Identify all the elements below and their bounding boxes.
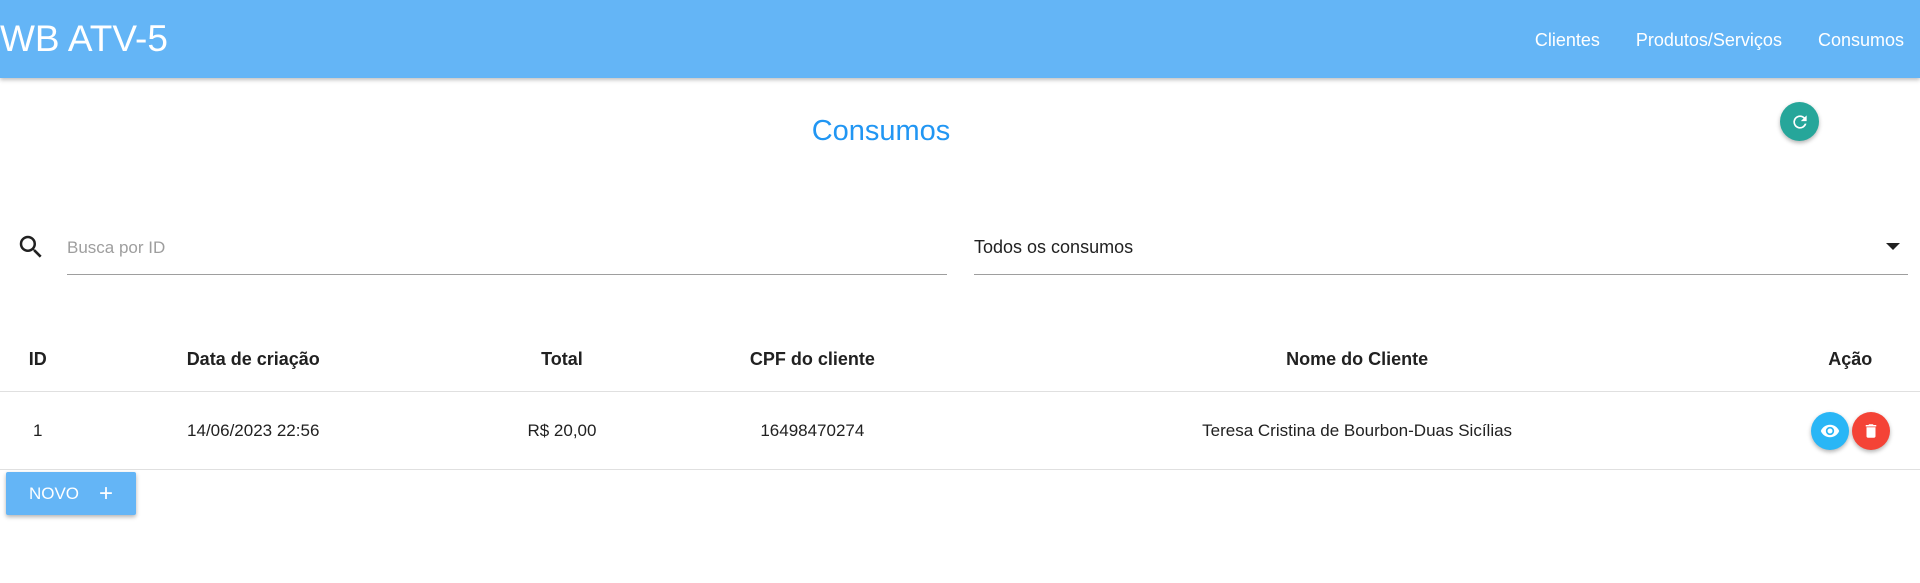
- nav-item-clientes[interactable]: Clientes: [1535, 29, 1600, 51]
- cell-name: Teresa Cristina de Bourbon-Duas Sicílias: [931, 391, 1783, 470]
- column-header-data: Data de criação: [75, 327, 431, 392]
- refresh-icon: [1792, 114, 1807, 129]
- column-header-id: ID: [0, 327, 76, 392]
- column-header-cpf: CPF do cliente: [692, 327, 932, 392]
- app-bar: WB ATV-5 Clientes Produtos/Serviços Cons…: [0, 0, 1920, 78]
- column-header-nome: Nome do Cliente: [931, 327, 1783, 392]
- cell-cpf: 16498470274: [692, 391, 932, 470]
- cell-actions: [1782, 391, 1918, 470]
- cell-id: 1: [0, 391, 76, 470]
- cell-total: R$ 20,00: [430, 391, 693, 470]
- page-title: Consumos: [811, 115, 951, 147]
- trash-icon: [1865, 423, 1876, 438]
- cell-date: 14/06/2023 22:56: [75, 391, 431, 470]
- column-header-total: Total: [430, 327, 693, 392]
- search-input[interactable]: [67, 232, 947, 264]
- table-row: 1 14/06/2023 22:56 R$ 20,00 16498470274 …: [0, 391, 1920, 470]
- eye-icon: [1820, 424, 1839, 437]
- search-field: [67, 232, 947, 275]
- nav-item-consumos[interactable]: Consumos: [1818, 29, 1904, 51]
- consumos-table: ID Data de criação Total CPF do cliente …: [0, 327, 1920, 470]
- view-button[interactable]: [1810, 411, 1849, 450]
- app-title: WB ATV-5: [0, 18, 168, 59]
- nav-item-produtos-servicos[interactable]: Produtos/Serviços: [1636, 29, 1782, 51]
- new-button-label: NOVO: [28, 483, 80, 503]
- main-nav: Clientes Produtos/Serviços Consumos: [1535, 29, 1904, 51]
- column-header-acao: Ação: [1782, 327, 1918, 392]
- new-consumo-button[interactable]: NOVO +: [6, 472, 136, 515]
- plus-icon: +: [99, 479, 114, 507]
- delete-button[interactable]: [1851, 411, 1890, 450]
- chevron-down-icon: [1886, 243, 1900, 250]
- filter-selected-value: Todos os consumos: [974, 237, 1134, 257]
- search-icon: [19, 235, 42, 258]
- refresh-button[interactable]: [1780, 102, 1819, 141]
- consumo-filter-select[interactable]: Todos os consumos: [974, 232, 1908, 275]
- table-header-row: ID Data de criação Total CPF do cliente …: [0, 327, 1920, 392]
